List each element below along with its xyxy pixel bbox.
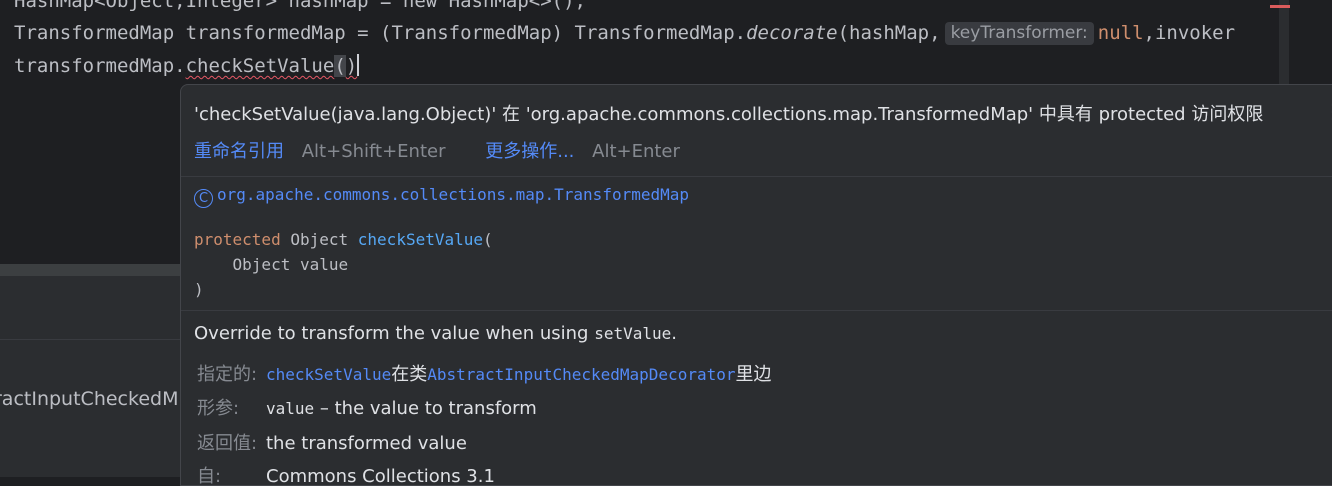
returns-row: 返回值: the transformed value xyxy=(197,429,467,455)
method-name: checkSetValue xyxy=(357,230,484,249)
quick-documentation-popup: 'checkSetValue(java.lang.Object)' 在 'org… xyxy=(180,84,1332,486)
error-method-call[interactable]: checkSetValue xyxy=(186,55,335,77)
more-actions-shortcut: Alt+Enter xyxy=(592,141,680,162)
null-keyword: null xyxy=(1097,22,1144,44)
paren-close: ) xyxy=(345,55,358,77)
specified-label: 指定的: xyxy=(197,364,258,385)
specified-by-row: 指定的: checkSetValue在类AbstractInputCheckedM… xyxy=(197,360,771,386)
return-type[interactable]: Object xyxy=(290,230,348,249)
param-name: value xyxy=(266,399,315,418)
signature-open: ( xyxy=(483,230,493,249)
code-line-hashmap[interactable]: HashMap<Object,Integer> hashMap = new Ha… xyxy=(14,0,586,13)
quick-actions: 重命名引用 Alt+Shift+Enter 更多操作... Alt+Enter xyxy=(194,137,680,163)
editor-scrollbar[interactable] xyxy=(1279,0,1289,84)
panel-divider xyxy=(0,339,180,340)
class-icon: C xyxy=(194,189,213,208)
parameter-hint: keyTransformer: xyxy=(944,22,1094,45)
param-description: – the value to transform xyxy=(314,398,537,419)
error-message: 'checkSetValue(java.lang.Object)' 在 'org… xyxy=(194,104,1264,125)
code-object: transformedMap. xyxy=(14,55,186,77)
description-code: setValue xyxy=(594,324,672,343)
returns-value: the transformed value xyxy=(266,433,467,454)
bottom-tool-panel xyxy=(0,276,180,477)
panel-splitter[interactable] xyxy=(0,264,180,276)
signature-divider xyxy=(181,310,1332,311)
modifier-keyword: protected xyxy=(194,230,281,249)
signature-close: ) xyxy=(194,280,204,299)
rename-shortcut: Alt+Shift+Enter xyxy=(301,141,446,162)
error-stripe-marker[interactable] xyxy=(1270,5,1290,8)
code-line-transformedmap[interactable]: TransformedMap transformedMap = (Transfo… xyxy=(14,21,1235,45)
method-signature: protected Object checkSetValue( Object v… xyxy=(194,227,493,302)
method-description: Override to transform the value when usi… xyxy=(194,323,677,344)
specified-suffix: 里边 xyxy=(735,364,772,385)
description-text: Override to transform the value when usi… xyxy=(194,323,595,344)
class-name-link[interactable]: org.apache.commons.collections.map.Trans… xyxy=(217,185,689,204)
since-label: 自: xyxy=(197,466,222,486)
code-editor[interactable]: HashMap<Object,Integer> hashMap = new Ha… xyxy=(0,0,1332,84)
since-row: 自: Commons Collections 3.1 xyxy=(197,462,495,486)
more-actions-link[interactable]: 更多操作... xyxy=(485,141,574,162)
code-args: (hashMap, xyxy=(837,22,941,44)
paren-open: ( xyxy=(334,55,346,77)
specified-method-link[interactable]: checkSetValue xyxy=(266,365,391,384)
code-rest: ,invoker xyxy=(1143,22,1236,44)
returns-label: 返回值: xyxy=(197,433,258,454)
since-value: Commons Collections 3.1 xyxy=(266,466,495,486)
params-row: 形参: value – the value to transform xyxy=(197,394,537,420)
description-suffix: . xyxy=(671,323,677,344)
signature-param: Object value xyxy=(232,255,349,274)
specified-middle: 在类 xyxy=(391,364,428,385)
code-line-checksetvalue[interactable]: transformedMap.checkSetValue() xyxy=(14,54,360,78)
rename-reference-link[interactable]: 重命名引用 xyxy=(194,141,284,162)
code-text: TransformedMap transformedMap = (Transfo… xyxy=(14,22,747,44)
params-label: 形参: xyxy=(197,398,240,419)
class-reference[interactable]: Corg.apache.commons.collections.map.Tran… xyxy=(194,185,689,208)
error-header: 'checkSetValue(java.lang.Object)' 在 'org… xyxy=(181,85,1332,176)
structure-item-label[interactable]: ractInputCheckedM xyxy=(0,388,178,410)
header-divider xyxy=(181,176,1332,177)
decorate-method[interactable]: decorate xyxy=(746,22,838,44)
more-options-icon[interactable]: ⋮ xyxy=(1323,99,1332,123)
specified-class-link[interactable]: AbstractInputCheckedMapDecorator xyxy=(427,365,735,384)
text-caret xyxy=(357,54,360,76)
